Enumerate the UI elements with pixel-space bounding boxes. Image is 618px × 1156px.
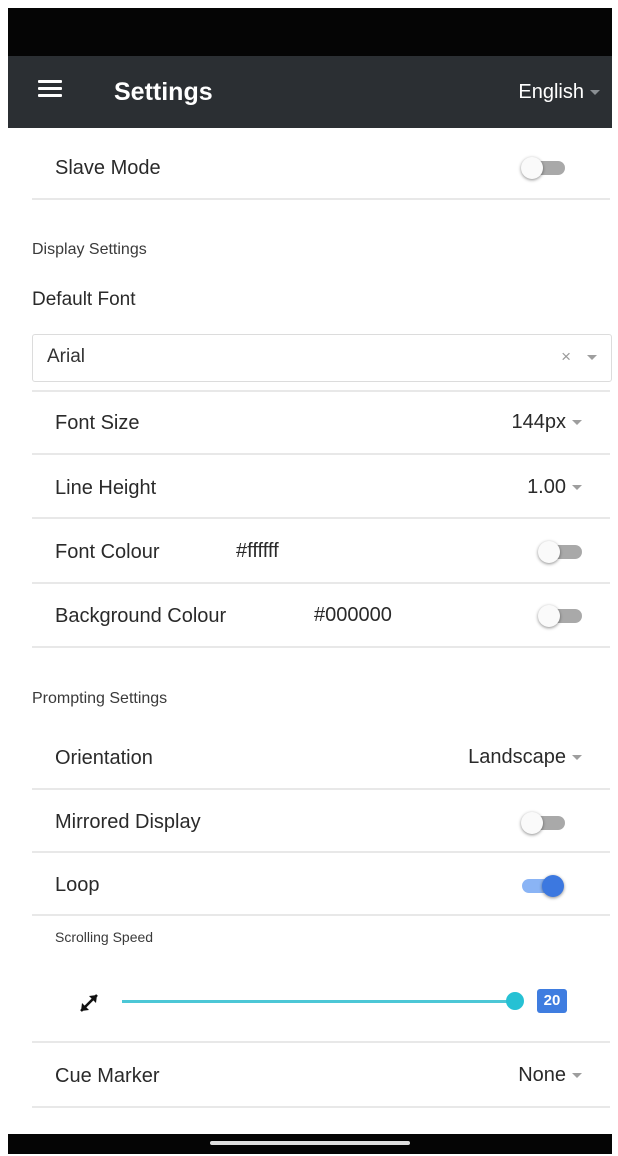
resize-diagonal-icon bbox=[80, 994, 98, 1012]
divider bbox=[32, 914, 610, 916]
divider bbox=[32, 1106, 610, 1108]
divider bbox=[32, 851, 610, 853]
scrolling-speed-slider[interactable] bbox=[122, 1000, 516, 1003]
line-height-value: 1.00 bbox=[527, 476, 566, 498]
language-select[interactable]: English bbox=[518, 74, 600, 110]
slave-mode-label: Slave Mode bbox=[55, 157, 161, 179]
default-font-value: Arial bbox=[47, 346, 86, 367]
loop-label: Loop bbox=[55, 874, 100, 896]
caret-down-icon bbox=[587, 355, 597, 360]
divider bbox=[32, 198, 610, 200]
caret-down-icon bbox=[572, 755, 582, 761]
orientation-value: Landscape bbox=[468, 746, 566, 768]
background-colour-value[interactable]: #000000 bbox=[314, 601, 392, 629]
cue-marker-select[interactable]: None bbox=[518, 1061, 582, 1089]
slave-mode-toggle[interactable] bbox=[521, 155, 567, 181]
divider bbox=[32, 517, 610, 519]
orientation-select[interactable]: Landscape bbox=[468, 743, 582, 771]
font-colour-value[interactable]: #ffffff bbox=[236, 537, 279, 565]
orientation-label: Orientation bbox=[55, 747, 153, 769]
scrolling-speed-label: Scrolling Speed bbox=[55, 929, 154, 945]
cue-marker-label: Cue Marker bbox=[55, 1065, 160, 1087]
prompting-settings-heading: Prompting Settings bbox=[32, 690, 168, 707]
mirrored-display-toggle[interactable] bbox=[521, 810, 567, 836]
font-size-select[interactable]: 144px bbox=[511, 408, 582, 436]
line-height-label: Line Height bbox=[55, 477, 157, 499]
font-colour-label: Font Colour bbox=[55, 541, 160, 563]
app-bar: Settings English bbox=[8, 56, 612, 128]
mirrored-display-label: Mirrored Display bbox=[55, 811, 201, 833]
display-settings-heading: Display Settings bbox=[32, 241, 147, 258]
font-size-label: Font Size bbox=[55, 412, 140, 434]
default-font-label: Default Font bbox=[32, 289, 136, 310]
caret-down-icon bbox=[572, 485, 582, 491]
default-font-select[interactable]: Arial × bbox=[32, 334, 612, 382]
divider bbox=[32, 646, 610, 648]
status-bar bbox=[8, 8, 612, 56]
background-colour-toggle[interactable] bbox=[538, 603, 584, 629]
scrolling-speed-slider-thumb[interactable] bbox=[506, 992, 524, 1010]
font-size-value: 144px bbox=[511, 411, 567, 433]
divider bbox=[32, 582, 610, 584]
divider bbox=[32, 788, 610, 790]
page-title: Settings bbox=[114, 78, 213, 106]
divider bbox=[32, 453, 610, 455]
home-gesture-bar[interactable] bbox=[210, 1141, 410, 1145]
divider bbox=[32, 390, 610, 392]
menu-icon[interactable] bbox=[38, 80, 62, 98]
caret-down-icon bbox=[590, 90, 600, 96]
clear-icon[interactable]: × bbox=[561, 345, 571, 369]
caret-down-icon bbox=[572, 420, 582, 426]
line-height-select[interactable]: 1.00 bbox=[527, 473, 582, 501]
loop-toggle[interactable] bbox=[520, 873, 566, 899]
font-colour-toggle[interactable] bbox=[538, 539, 584, 565]
caret-down-icon bbox=[572, 1073, 582, 1079]
language-label: English bbox=[518, 81, 584, 103]
cue-marker-value: None bbox=[518, 1064, 566, 1086]
scrolling-speed-value: 20 bbox=[537, 989, 567, 1013]
background-colour-label: Background Colour bbox=[55, 605, 227, 627]
divider bbox=[32, 1041, 610, 1043]
